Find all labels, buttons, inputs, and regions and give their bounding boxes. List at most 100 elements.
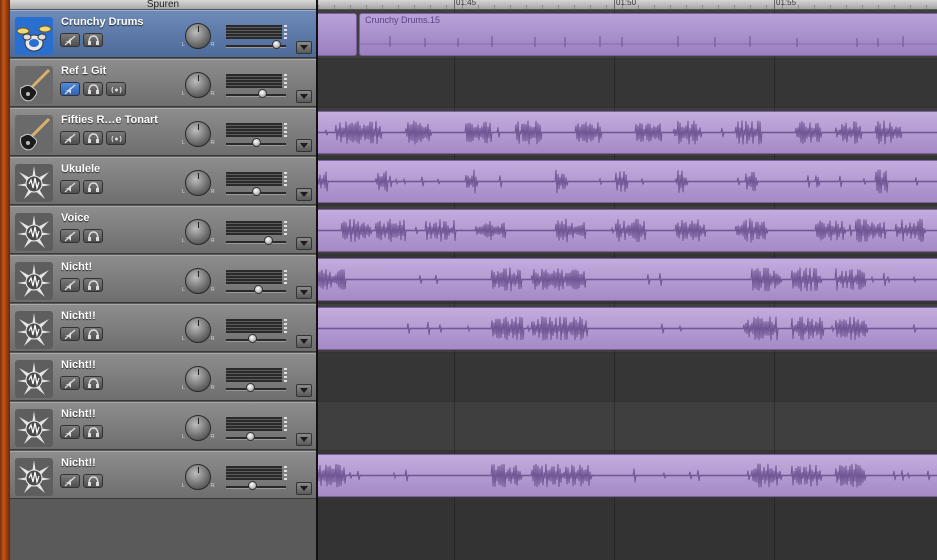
audio-region[interactable] <box>318 454 937 497</box>
pan-knob[interactable] <box>185 317 211 343</box>
expand-track-button[interactable] <box>296 237 312 250</box>
pan-knob[interactable] <box>185 121 211 147</box>
volume-slider-thumb[interactable] <box>264 236 273 245</box>
pan-left-marker: L <box>182 287 185 293</box>
solo-button[interactable] <box>83 131 103 145</box>
solo-button[interactable] <box>83 229 103 243</box>
solo-button[interactable] <box>83 425 103 439</box>
pan-knob[interactable] <box>185 464 211 490</box>
pan-knob[interactable] <box>185 23 211 49</box>
volume-slider[interactable] <box>226 388 286 391</box>
expand-track-button[interactable] <box>296 139 312 152</box>
expand-track-button[interactable] <box>296 90 312 103</box>
track-header[interactable]: Voice L R <box>10 206 316 254</box>
volume-slider-thumb[interactable] <box>246 383 255 392</box>
solo-button[interactable] <box>83 82 103 96</box>
solo-button[interactable] <box>83 180 103 194</box>
pan-knob[interactable] <box>185 268 211 294</box>
track-header[interactable]: Fifties R…e Tonart L R <box>10 108 316 156</box>
pan-knob[interactable] <box>185 219 211 245</box>
midi-region[interactable] <box>318 13 357 56</box>
volume-slider-thumb[interactable] <box>252 138 261 147</box>
track-lane[interactable] <box>318 59 937 107</box>
mute-icon <box>64 231 76 242</box>
audio-region[interactable] <box>318 307 937 350</box>
track-name[interactable]: Nicht!! <box>61 457 96 469</box>
track-name[interactable]: Ukulele <box>61 163 100 175</box>
volume-slider-thumb[interactable] <box>246 432 255 441</box>
expand-track-button[interactable] <box>296 188 312 201</box>
expand-track-button[interactable] <box>296 482 312 495</box>
waveform-path <box>318 120 937 145</box>
track-name[interactable]: Voice <box>61 212 90 224</box>
pan-knob[interactable] <box>185 72 211 98</box>
mute-button[interactable] <box>60 131 80 145</box>
audio-waveform <box>318 316 937 341</box>
volume-slider[interactable] <box>226 241 286 244</box>
arrangement-area[interactable]: Crunchy Drums.15 <box>318 10 937 560</box>
track-header[interactable]: Ukulele L R <box>10 157 316 205</box>
pan-knob[interactable] <box>185 170 211 196</box>
volume-slider[interactable] <box>226 437 286 440</box>
solo-button[interactable] <box>83 474 103 488</box>
ruler-minor-tick <box>670 5 671 9</box>
track-name[interactable]: Nicht!! <box>61 408 96 420</box>
pan-knob[interactable] <box>185 415 211 441</box>
track-name[interactable]: Ref 1 Git <box>61 65 106 77</box>
expand-track-button[interactable] <box>296 286 312 299</box>
audio-region[interactable] <box>318 160 937 203</box>
track-header[interactable]: Nicht!! L R <box>10 451 316 499</box>
track-name[interactable]: Crunchy Drums <box>61 16 144 28</box>
solo-button[interactable] <box>83 33 103 47</box>
track-header[interactable]: Nicht!! L R <box>10 304 316 352</box>
mute-button[interactable] <box>60 82 80 96</box>
mute-icon <box>64 280 76 291</box>
audio-region[interactable] <box>318 209 937 252</box>
pan-knob[interactable] <box>185 366 211 392</box>
volume-slider-thumb[interactable] <box>248 334 257 343</box>
mute-button[interactable] <box>60 376 80 390</box>
volume-slider-thumb[interactable] <box>272 40 281 49</box>
audio-region[interactable] <box>318 258 937 301</box>
track-lane[interactable] <box>318 353 937 401</box>
track-header[interactable]: Crunchy Drums L R <box>10 10 316 58</box>
monitor-button[interactable] <box>106 131 126 145</box>
track-header[interactable]: Nicht!! L R <box>10 353 316 401</box>
volume-slider-thumb[interactable] <box>254 285 263 294</box>
expand-track-button[interactable] <box>296 433 312 446</box>
track-lane[interactable] <box>318 402 937 450</box>
solo-button[interactable] <box>83 278 103 292</box>
track-header[interactable]: Nicht! L R <box>10 255 316 303</box>
mute-button[interactable] <box>60 425 80 439</box>
timeline-ruler[interactable]: 01:45 01:50 01:55 <box>318 0 937 10</box>
expand-track-button[interactable] <box>296 335 312 348</box>
track-name[interactable]: Fifties R…e Tonart <box>61 114 158 126</box>
mute-button[interactable] <box>60 474 80 488</box>
ruler-minor-tick <box>718 5 719 9</box>
midi-region[interactable]: Crunchy Drums.15 <box>359 13 937 56</box>
track-name[interactable]: Nicht!! <box>61 310 96 322</box>
audio-region[interactable] <box>318 111 937 154</box>
volume-slider-thumb[interactable] <box>258 89 267 98</box>
waveform-path <box>318 463 937 488</box>
track-name[interactable]: Nicht! <box>61 261 92 273</box>
monitor-button[interactable] <box>106 82 126 96</box>
mute-button[interactable] <box>60 229 80 243</box>
track-header[interactable]: Nicht!! L R <box>10 402 316 450</box>
pan-left-marker: L <box>182 483 185 489</box>
mute-button[interactable] <box>60 33 80 47</box>
track-header[interactable]: Ref 1 Git L R <box>10 59 316 107</box>
ruler-minor-tick <box>606 5 607 9</box>
expand-track-button[interactable] <box>296 384 312 397</box>
level-meter <box>226 74 282 88</box>
volume-slider[interactable] <box>226 94 286 97</box>
volume-slider-thumb[interactable] <box>248 481 257 490</box>
mute-button[interactable] <box>60 180 80 194</box>
mute-button[interactable] <box>60 278 80 292</box>
mute-button[interactable] <box>60 327 80 341</box>
solo-button[interactable] <box>83 327 103 341</box>
track-name[interactable]: Nicht!! <box>61 359 96 371</box>
volume-slider-thumb[interactable] <box>252 187 261 196</box>
expand-track-button[interactable] <box>296 41 312 54</box>
solo-button[interactable] <box>83 376 103 390</box>
